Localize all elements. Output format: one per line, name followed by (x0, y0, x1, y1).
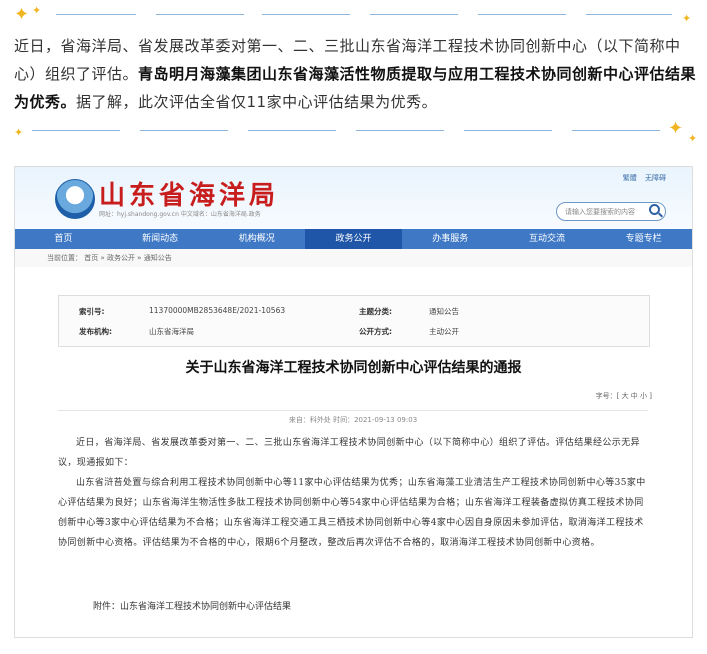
document-body: 近日，省海洋局、省发展改革委对第一、二、三批山东省海洋工程技术协同创新中心（以下… (58, 433, 648, 553)
body-paragraph-1: 近日，省海洋局、省发展改革委对第一、二、三批山东省海洋工程技术协同创新中心（以下… (58, 438, 641, 468)
search-input[interactable]: 请输入您要搜索的内容 (556, 202, 666, 221)
mode-value: 主动公开 (429, 327, 459, 336)
document-title: 关于山东省海洋工程技术协同创新中心评估结果的通报 (185, 360, 522, 376)
font-size-control[interactable]: 字号：[ 大 中 小 ] (596, 391, 652, 401)
accessibility-link[interactable]: 无障碍 (645, 174, 666, 182)
traditional-chinese-link[interactable]: 繁體 (623, 174, 637, 182)
document-info-table: 索引号: 11370000MB2853648E/2021-10563 主题分类:… (58, 295, 650, 347)
website-screenshot: 山东省海洋局 网址：hyj.shandong.gov.cn 中文域名：山东省海洋… (14, 166, 693, 638)
search-placeholder: 请输入您要搜索的内容 (565, 208, 635, 216)
topic-value: 通知公告 (429, 307, 459, 316)
nav-organization[interactable]: 机构概况 (208, 229, 305, 249)
sparkle-icon: ✦ (682, 12, 692, 25)
document-meta: 来自：科外处 时间：2021-09-13 09:03 (58, 410, 648, 425)
index-label: 索引号: (79, 307, 105, 316)
main-nav: 首页 新闻动态 机构概况 政务公开 办事服务 互动交流 专题专栏 (15, 229, 692, 249)
site-subtitle: 网址：hyj.shandong.gov.cn 中文域名：山东省海洋局.政务 (99, 211, 261, 218)
mode-label: 公开方式: (359, 327, 392, 336)
sparkle-icon: ✦ (14, 126, 24, 139)
intro-paragraph: 近日，省海洋局、省发展改革委对第一、二、三批山东省海洋工程技术协同创新中心（以下… (14, 32, 698, 116)
sparkle-icon: ✦ (32, 4, 42, 17)
sparkle-icon: ✦ (688, 132, 698, 145)
nav-special-topics[interactable]: 专题专栏 (595, 229, 692, 249)
sparkle-icon: ✦ (668, 118, 684, 139)
nav-services[interactable]: 办事服务 (402, 229, 499, 249)
attachment-link[interactable]: 附件：山东省海洋工程技术协同创新中心评估结果 (93, 599, 291, 612)
site-logo-icon (55, 179, 95, 219)
nav-home[interactable]: 首页 (15, 229, 112, 249)
search-icon[interactable] (649, 204, 660, 215)
site-header: 山东省海洋局 网址：hyj.shandong.gov.cn 中文域名：山东省海洋… (15, 167, 692, 229)
body-paragraph-2: 山东省浒苔处置与综合利用工程技术协同创新中心等11家中心评估结果为优秀；山东省海… (58, 478, 646, 548)
top-links: 繁體 无障碍 (617, 173, 666, 183)
index-value: 11370000MB2853648E/2021-10563 (149, 306, 286, 315)
bottom-divider: ✦ ✦ ✦ (0, 118, 707, 146)
nav-interaction[interactable]: 互动交流 (499, 229, 596, 249)
intro-text-2: 据了解，此次评估全省仅11家中心评估结果为优秀。 (76, 93, 438, 111)
top-divider: ✦ ✦ ✦ (0, 2, 707, 26)
org-label: 发布机构: (79, 327, 112, 336)
breadcrumb: 当前位置： 首页 » 政务公开 » 通知公告 (15, 249, 692, 267)
topic-label: 主题分类: (359, 307, 392, 316)
nav-government-affairs[interactable]: 政务公开 (305, 229, 402, 249)
site-title: 山东省海洋局 (99, 181, 280, 211)
sparkle-icon: ✦ (14, 4, 30, 25)
nav-news[interactable]: 新闻动态 (112, 229, 209, 249)
org-value: 山东省海洋局 (149, 327, 194, 336)
